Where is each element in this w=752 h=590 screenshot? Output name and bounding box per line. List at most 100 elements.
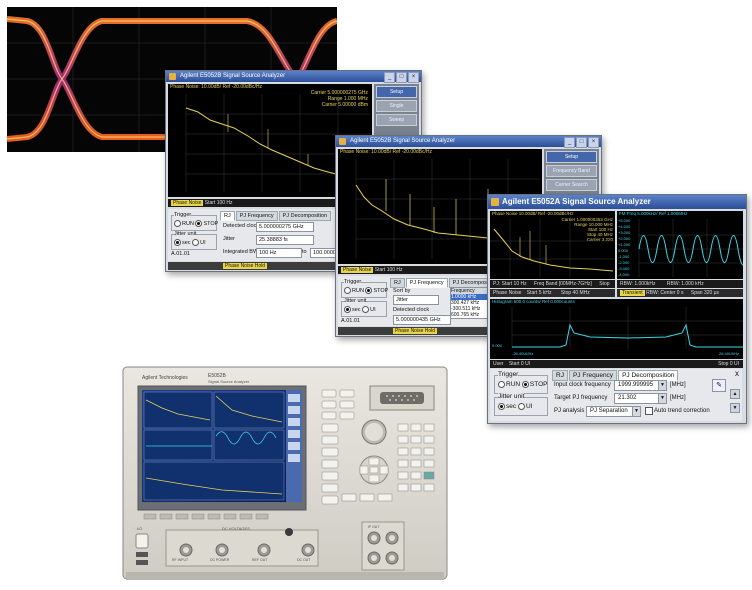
pm-status-left: Phase Noise (493, 290, 522, 296)
auto-trend-checkbox[interactable] (645, 407, 653, 415)
integrated-start-field[interactable]: 100 Hz (256, 248, 302, 258)
input-clock-field[interactable]: 1999.999995 (614, 380, 664, 391)
edit-icon[interactable]: ✎ (712, 379, 726, 392)
trigger-group: Trigger RUN STOP (171, 212, 219, 231)
close-panel-icon[interactable]: x (735, 369, 739, 378)
run-radio[interactable] (344, 287, 351, 294)
port-label: RF INPUT (172, 558, 189, 562)
softkey-button[interactable]: Carrier Search (546, 179, 597, 191)
input-clock-label: Input clock frequency (554, 382, 611, 388)
tab-pj-frequency[interactable]: PJ Frequency (568, 370, 618, 381)
histogram-pane: Histogram 500.0 counts/ Ref 0.000counts … (490, 299, 743, 359)
pj-analysis-label: PJ analysis (554, 408, 585, 414)
sort-by-label: Sort by (393, 288, 411, 294)
close-icon[interactable]: × (408, 72, 419, 83)
stop-radio[interactable] (365, 287, 373, 294)
softkey-button[interactable]: Sweep (376, 114, 417, 126)
run-label: RUN (506, 381, 521, 389)
detected-clock-field: 5.000000435 GHz (393, 315, 451, 325)
fm-status-left: RBW: 1.000kHz (620, 281, 656, 287)
window-3-titlebar[interactable]: Agilent E5052A Signal Source Analyzer (488, 195, 746, 209)
stop-label: STOP (203, 220, 219, 227)
trigger-label: Trigger (174, 212, 192, 218)
pn-status-mid: Freq Band [00MHz-7GHz] (534, 281, 592, 287)
window-2-titlebar[interactable]: Agilent E5052B Signal Source Analyzer _ □… (336, 136, 601, 148)
bottom-status: Phase Noise Hold (223, 263, 268, 269)
softkey-button[interactable]: Setup (546, 151, 597, 163)
model-subtitle: Signal Source Analyzer (208, 379, 250, 384)
maximize-icon[interactable]: □ (576, 137, 587, 148)
tab-pj-decomposition[interactable]: PJ Decomposition (278, 211, 331, 221)
softkey-button[interactable]: Setup (376, 86, 417, 98)
window-1-title: Agilent E5052B Signal Source Analyzer (180, 73, 286, 79)
jitter-control-panel: RJ PJ Frequency PJ Decomposition x Trigg… (490, 369, 742, 421)
sec-radio[interactable] (344, 306, 351, 313)
ui-radio[interactable] (362, 306, 370, 313)
stop-radio[interactable] (195, 220, 203, 227)
tab-pj-frequency[interactable]: PJ Frequency (235, 211, 278, 221)
analyzer-window-3[interactable]: Agilent E5052A Signal Source Analyzer Ph… (487, 194, 747, 424)
jitter-unit-label: Jitter unit (498, 393, 525, 400)
port-label: REF OUT (252, 558, 268, 562)
tab-rj[interactable]: RJ (552, 370, 568, 381)
ui-radio[interactable] (192, 239, 200, 246)
port-label: DC OUT (297, 558, 311, 562)
run-radio[interactable] (174, 220, 181, 227)
detected-clock-field: 5.000000275 GHz (256, 222, 314, 232)
trigger-group: Trigger RUN STOP (494, 371, 548, 394)
target-pj-label: Target PJ frequency (554, 395, 608, 401)
user-status-bar: User Start 0 UI Stop 0 UI (490, 360, 743, 368)
chevron-down-icon[interactable]: ▼ (632, 406, 641, 417)
trigger-label: Trigger (344, 279, 362, 285)
scroll-down-icon[interactable]: ▼ (730, 403, 740, 413)
sec-radio[interactable] (174, 239, 181, 246)
user-status-mid: Start 0 UI (508, 361, 531, 367)
sec-radio[interactable] (498, 403, 505, 410)
jitter-unit-group: Jitter unit sec UI (494, 393, 548, 416)
user-status-right: Stop 0 UI (718, 361, 739, 367)
pn-trace (490, 219, 615, 277)
rotary-knob[interactable] (364, 422, 384, 442)
window-1-titlebar[interactable]: Agilent E5052B Signal Source Analyzer _ □… (166, 71, 421, 83)
pj-analysis-select[interactable]: PJ Separation (586, 406, 638, 417)
app-icon (339, 138, 346, 145)
tab-pj-frequency[interactable]: PJ Frequency (405, 278, 448, 288)
auto-trend-label: Auto trend correction (654, 408, 710, 414)
target-pj-unit: [MHz] (670, 395, 686, 401)
minimize-icon[interactable]: _ (384, 72, 395, 83)
jitter-unit-label: Jitter unit (174, 231, 197, 237)
softkey-button[interactable]: Single (376, 100, 417, 112)
minimize-icon[interactable]: _ (564, 137, 575, 148)
version-label: A.01.01 (171, 251, 190, 257)
jitter-unit-group: Jitter unit sec UI (341, 298, 387, 317)
tab-rj[interactable]: RJ (220, 211, 235, 221)
chevron-down-icon[interactable]: ▼ (658, 393, 667, 404)
window-2-title: Agilent E5052B Signal Source Analyzer (350, 138, 456, 144)
ui-label: UI (200, 239, 206, 246)
close-icon[interactable]: × (588, 137, 599, 148)
sort-by-select[interactable]: Jitter (393, 295, 439, 305)
app-icon (491, 198, 499, 206)
ui-radio[interactable] (517, 403, 525, 410)
stop-radio[interactable] (521, 381, 529, 388)
pn-status-left: PJ: Start 10 Hz (493, 281, 527, 287)
tab-rj[interactable]: RJ (390, 278, 405, 288)
run-radio[interactable] (498, 381, 505, 388)
power-button[interactable] (136, 534, 148, 548)
softkey-button[interactable]: Frequency Band (546, 165, 597, 177)
port-label: DC POWER (210, 558, 230, 562)
sec-label: sec (182, 239, 191, 246)
scroll-up-icon[interactable]: ▲ (730, 389, 740, 399)
chevron-down-icon[interactable]: ▼ (658, 380, 667, 391)
signal-source-analyzer-instrument: Agilent Technologies E5052B Signal Sourc… (122, 366, 448, 582)
pn-status-right: Stop (599, 281, 610, 287)
status-mode: Phase Noise (171, 200, 204, 206)
transient-status-bar: Transient RBW: Center 0 s Span 320 μs (617, 289, 743, 297)
trigger-label: Trigger (498, 371, 519, 378)
fm-status-right: RBW: 1.000 kHz (666, 281, 704, 287)
to-label: to (302, 249, 307, 255)
maximize-icon[interactable]: □ (396, 72, 407, 83)
input-clock-unit: [MHz] (670, 382, 686, 388)
ui-label: UI (370, 306, 376, 313)
target-pj-field[interactable]: 21.302 (614, 393, 664, 404)
